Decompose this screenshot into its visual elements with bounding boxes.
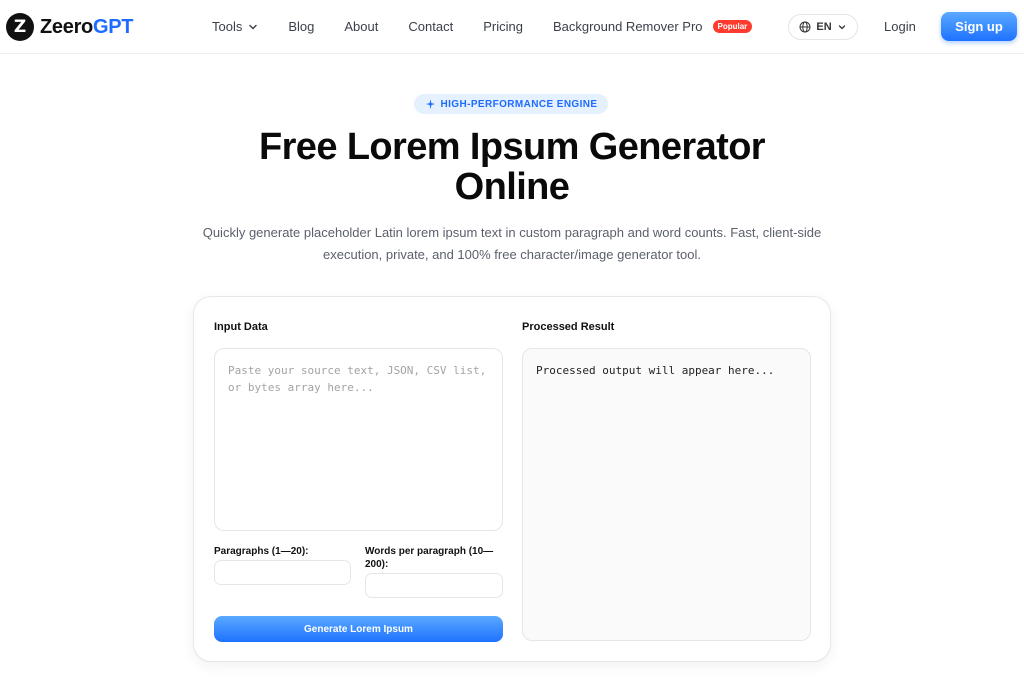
signup-button[interactable]: Sign up xyxy=(941,12,1017,41)
page-subtitle: Quickly generate placeholder Latin lorem… xyxy=(202,225,822,262)
sparkle-icon xyxy=(425,98,435,109)
login-link[interactable]: Login xyxy=(884,19,916,34)
paragraphs-label: Paragraphs (1—20): xyxy=(214,546,309,557)
page-title: Free Lorem Ipsum Generator Online xyxy=(259,126,766,208)
popular-badge: Popular xyxy=(712,20,753,33)
source-text-input[interactable] xyxy=(214,348,503,531)
paragraphs-input[interactable] xyxy=(214,560,351,585)
nav-pricing[interactable]: Pricing xyxy=(483,19,523,34)
chevron-down-icon xyxy=(838,25,845,30)
site-header: Z ZeeroGPT Tools Blog About Contact Pric… xyxy=(0,0,1024,54)
language-selector[interactable]: EN xyxy=(788,14,858,40)
words-per-paragraph-input[interactable] xyxy=(365,573,503,598)
logo-text: ZeeroGPT xyxy=(40,15,134,38)
tool-card: Input Data Processed Result Processed ou… xyxy=(193,296,831,662)
main-nav: Tools Blog About Contact Pricing Backgro… xyxy=(212,19,782,34)
words-per-paragraph-label: Words per paragraph (10— 200): xyxy=(365,546,494,570)
generate-button[interactable]: Generate Lorem Ipsum xyxy=(214,616,503,642)
logo-icon: Z xyxy=(6,13,34,41)
nav-blog[interactable]: Blog xyxy=(288,19,314,34)
logo[interactable]: Z ZeeroGPT xyxy=(6,13,133,41)
nav-about[interactable]: About xyxy=(344,19,378,34)
globe-icon xyxy=(799,21,811,33)
nav-background-remover[interactable]: Background Remover Pro Popular xyxy=(553,19,753,34)
output-label: Processed Result xyxy=(522,321,615,333)
chevron-down-icon xyxy=(249,24,258,29)
processed-output: Processed output will appear here... xyxy=(522,348,811,641)
input-label: Input Data xyxy=(214,321,268,333)
engine-pill: HIGH-PERFORMANCE ENGINE xyxy=(414,94,608,114)
nav-tools[interactable]: Tools xyxy=(212,19,258,34)
nav-contact[interactable]: Contact xyxy=(408,19,453,34)
